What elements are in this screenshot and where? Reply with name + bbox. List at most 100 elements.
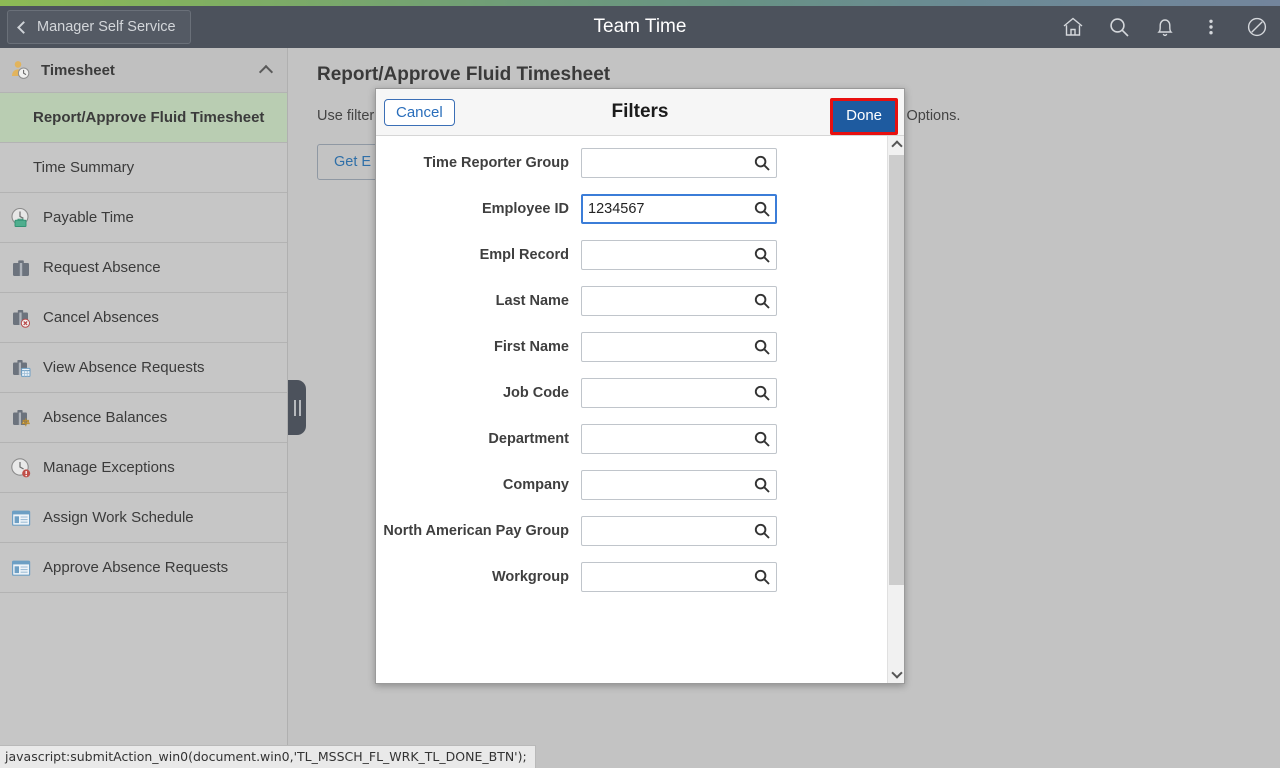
field-control [581, 194, 777, 224]
browser-status-bar: javascript:submitAction_win0(document.wi… [0, 745, 1280, 768]
filters-modal-header: Cancel Filters Done [376, 89, 904, 136]
field-control [581, 148, 777, 178]
filters-modal-body: Time Reporter Group Employee ID 1234567 … [376, 136, 904, 683]
lookup-search-icon[interactable] [753, 292, 771, 310]
field-label: Last Name [495, 293, 569, 309]
sidebar-item-label: Approve Absence Requests [43, 559, 229, 576]
workgroup-input[interactable] [581, 562, 777, 592]
briefcase-calendar-icon [8, 355, 33, 380]
back-button-label: Manager Self Service [37, 19, 176, 35]
field-control [581, 332, 777, 362]
sidebar-item-request-absence[interactable]: Request Absence [0, 243, 287, 293]
home-icon[interactable] [1060, 14, 1086, 40]
modal-scrollbar[interactable] [887, 136, 904, 683]
field-row-last-name: Last Name [376, 286, 904, 316]
sidebar-group-label: Timesheet [41, 61, 115, 79]
sidebar-item-label: Request Absence [43, 259, 161, 276]
sidebar-item-view-absence-requests[interactable]: View Absence Requests [0, 343, 287, 393]
field-row-department: Department [376, 424, 904, 454]
app-header: Manager Self Service Team Time [0, 6, 1280, 48]
page-title: Report/Approve Fluid Timesheet [317, 64, 611, 85]
field-label: Workgroup [491, 569, 569, 585]
last-name-input[interactable] [581, 286, 777, 316]
chevron-up-icon [258, 64, 274, 80]
clock-money-icon [8, 205, 33, 230]
lookup-search-icon[interactable] [753, 154, 771, 172]
sidebar-item-approve-absence-requests[interactable]: Approve Absence Requests [0, 543, 287, 593]
filters-modal-title: Filters [611, 101, 669, 122]
lookup-search-icon[interactable] [753, 384, 771, 402]
field-label: Job Code [502, 385, 569, 401]
sidebar-item-absence-balances[interactable]: Absence Balances [0, 393, 287, 443]
lookup-search-icon[interactable] [753, 476, 771, 494]
company-input[interactable] [581, 470, 777, 500]
sidebar-group-timesheet[interactable]: Timesheet [0, 48, 287, 93]
empl-record-input[interactable] [581, 240, 777, 270]
sidebar-nav: Timesheet Report/Approve Fluid Timesheet… [0, 48, 288, 745]
filters-modal: Cancel Filters Done Time Reporter Group [375, 88, 905, 684]
field-label: North American Pay Group [383, 523, 569, 539]
field-control [581, 286, 777, 316]
sidebar-item-report-approve-fluid-timesheet[interactable]: Report/Approve Fluid Timesheet [0, 93, 287, 143]
field-label: Time Reporter Group [423, 155, 569, 171]
page-instructions-left: Use filter [317, 108, 375, 124]
sidebar-item-label: Assign Work Schedule [43, 509, 194, 526]
sidebar-item-assign-work-schedule[interactable]: Assign Work Schedule [0, 493, 287, 543]
lookup-search-icon[interactable] [753, 522, 771, 540]
clock-alert-icon [8, 455, 33, 480]
done-button[interactable]: Done [833, 101, 895, 132]
employee-id-input[interactable] [581, 194, 777, 224]
chevron-up-icon [890, 140, 903, 152]
sidebar-item-payable-time[interactable]: Payable Time [0, 193, 287, 243]
scroll-up-arrow[interactable] [888, 136, 904, 153]
field-row-job-code: Job Code [376, 378, 904, 408]
sidebar-item-label: Cancel Absences [43, 309, 159, 326]
chevron-down-icon [890, 666, 903, 679]
scroll-down-arrow[interactable] [888, 666, 904, 683]
field-row-time-reporter-group: Time Reporter Group [376, 148, 904, 178]
handle-bar [298, 399, 301, 416]
department-input[interactable] [581, 424, 777, 454]
handle-bar [293, 399, 296, 416]
briefcase-balance-icon [8, 405, 33, 430]
lookup-search-icon[interactable] [753, 430, 771, 448]
job-code-input[interactable] [581, 378, 777, 408]
actions-menu-icon[interactable] [1198, 14, 1224, 40]
field-control [581, 562, 777, 592]
field-control [581, 240, 777, 270]
north-american-pay-group-input[interactable] [581, 516, 777, 546]
notifications-icon[interactable] [1152, 14, 1178, 40]
sidebar-item-label: Absence Balances [43, 409, 168, 426]
field-control [581, 378, 777, 408]
first-name-input[interactable] [581, 332, 777, 362]
field-row-empl-record: Empl Record [376, 240, 904, 270]
lookup-search-icon[interactable] [753, 200, 771, 218]
sidebar-item-label: Time Summary [33, 159, 135, 176]
field-label: First Name [494, 339, 569, 355]
lookup-search-icon[interactable] [753, 568, 771, 586]
field-row-company: Company [376, 470, 904, 500]
back-button[interactable]: Manager Self Service [7, 10, 191, 44]
sidebar-item-label: Manage Exceptions [43, 459, 175, 476]
field-label: Department [488, 431, 569, 447]
sidebar-item-label: View Absence Requests [43, 359, 205, 376]
window-panel-icon [8, 555, 33, 580]
nav-bar-icon[interactable] [1244, 14, 1270, 40]
field-control [581, 516, 777, 546]
sidebar-item-label: Report/Approve Fluid Timesheet [33, 109, 265, 126]
lookup-search-icon[interactable] [753, 246, 771, 264]
cancel-button[interactable]: Cancel [384, 98, 455, 126]
sidebar-item-cancel-absences[interactable]: Cancel Absences [0, 293, 287, 343]
sidebar-item-manage-exceptions[interactable]: Manage Exceptions [0, 443, 287, 493]
field-label: Employee ID [481, 201, 569, 217]
sidebar-item-time-summary[interactable]: Time Summary [0, 143, 287, 193]
search-icon[interactable] [1106, 14, 1132, 40]
field-row-workgroup: Workgroup [376, 562, 904, 592]
time-reporter-group-input[interactable] [581, 148, 777, 178]
header-icon-group [1060, 6, 1270, 48]
briefcase-cancel-icon [8, 305, 33, 330]
scrollbar-thumb[interactable] [889, 155, 904, 585]
collapse-sidebar-handle[interactable] [288, 380, 306, 435]
field-label: Company [502, 477, 569, 493]
lookup-search-icon[interactable] [753, 338, 771, 356]
